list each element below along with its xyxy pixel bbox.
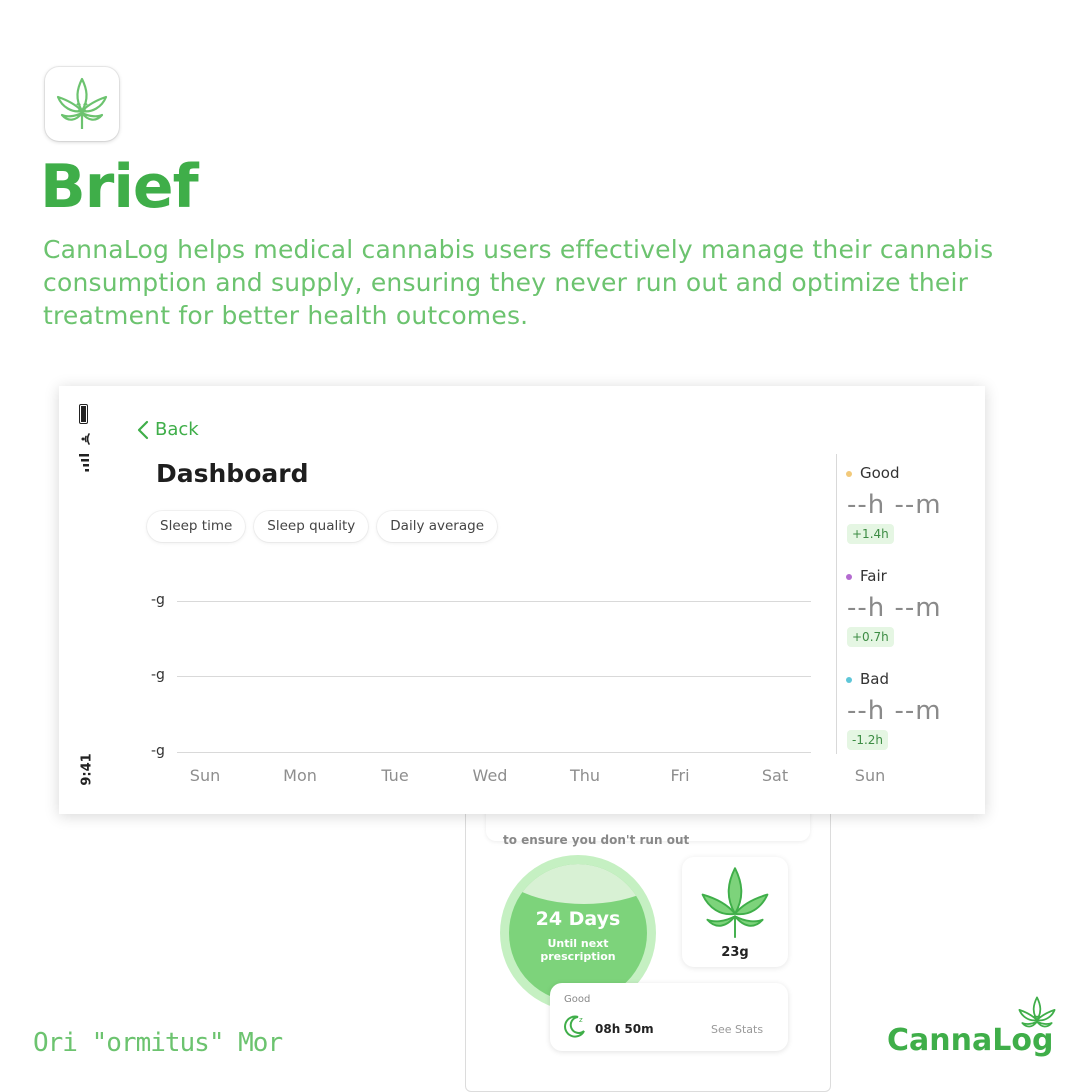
legend-duration: --h --m (847, 490, 942, 520)
prescription-days: 24 Days (535, 908, 621, 930)
legend-duration: --h --m (847, 696, 942, 726)
tab-sleep-quality[interactable]: Sleep quality (254, 511, 369, 542)
page-title: Dashboard (156, 459, 309, 488)
y-tick-label: -g (151, 743, 165, 759)
signal-icon (79, 454, 89, 472)
x-tick-label: Thu (569, 766, 601, 785)
app-icon (45, 67, 119, 141)
change-badge: -1.2h (847, 730, 889, 750)
stock-amount: 23g (721, 945, 749, 960)
y-tick-label: -g (151, 667, 165, 683)
x-tick-label: Sun (854, 766, 886, 785)
legend-duration: --h --m (847, 593, 942, 623)
prescription-label: Until next prescription (509, 937, 647, 963)
legend-label: Bad (860, 670, 890, 688)
x-tick-label: Wed (472, 766, 508, 785)
back-button[interactable]: Back (137, 419, 199, 440)
prescription-progress: 24 Days Until next prescription (509, 864, 647, 1002)
legend-dot (846, 677, 852, 683)
change-badge: +0.7h (847, 627, 894, 647)
wifi-icon (81, 433, 90, 445)
x-tick-label: Tue (381, 766, 409, 785)
x-tick-label: Sun (189, 766, 221, 785)
grid-line (177, 752, 811, 753)
chevron-left-icon (137, 420, 149, 439)
chart-tabs: Sleep time Sleep quality Daily average (147, 511, 497, 542)
prescription-label-line1: Until next (547, 937, 609, 950)
x-tick-label: Mon (283, 766, 317, 785)
sleep-card[interactable]: Good z 08h 50m See Stats (550, 983, 788, 1051)
notice-text: to ensure you don't run out (503, 833, 690, 847)
legend-label: Good (860, 464, 900, 482)
y-tick-label: -g (151, 592, 165, 608)
status-time: 9:41 (79, 753, 95, 786)
x-tick-label: Fri (670, 766, 690, 785)
legend-label: Fair (860, 567, 887, 585)
status-bar: 9:41 (75, 404, 95, 786)
svg-text:z: z (579, 1016, 583, 1024)
progress-wave (509, 864, 647, 904)
x-tick-label: Sat (761, 766, 789, 785)
legend-dot (846, 471, 852, 477)
change-badge: +1.4h (847, 524, 894, 544)
sleep-chart: -g -g -g Sun Mon Tue Wed Thu Fri Sat Sun (139, 586, 885, 796)
dashboard-screen: 9:41 Back Dashboard Sleep time Sleep qua… (59, 386, 985, 814)
brief-title: Brief (40, 152, 199, 222)
cannabis-leaf-icon (701, 867, 769, 938)
tab-daily-average[interactable]: Daily average (377, 511, 497, 542)
stock-card[interactable]: 23g (682, 857, 788, 967)
back-label: Back (155, 419, 199, 440)
sleep-duration: 08h 50m (595, 1022, 654, 1036)
sleep-quality: Good (564, 994, 591, 1005)
brief-description: CannaLog helps medical cannabis users ef… (43, 235, 994, 330)
cannabis-leaf-icon (56, 77, 108, 129)
legend-dot (846, 574, 852, 580)
grid-line (177, 601, 811, 602)
legend-divider (836, 454, 837, 754)
tab-sleep-time[interactable]: Sleep time (147, 511, 246, 542)
moon-icon: z (564, 1015, 585, 1038)
battery-icon (79, 404, 88, 424)
see-stats-link[interactable]: See Stats (711, 1023, 763, 1036)
prescription-label-line2: prescription (540, 950, 616, 963)
cannabis-leaf-icon (1018, 996, 1056, 1028)
author-credit: Ori "ormitus" Mor (33, 1028, 283, 1058)
grid-line (177, 676, 811, 677)
